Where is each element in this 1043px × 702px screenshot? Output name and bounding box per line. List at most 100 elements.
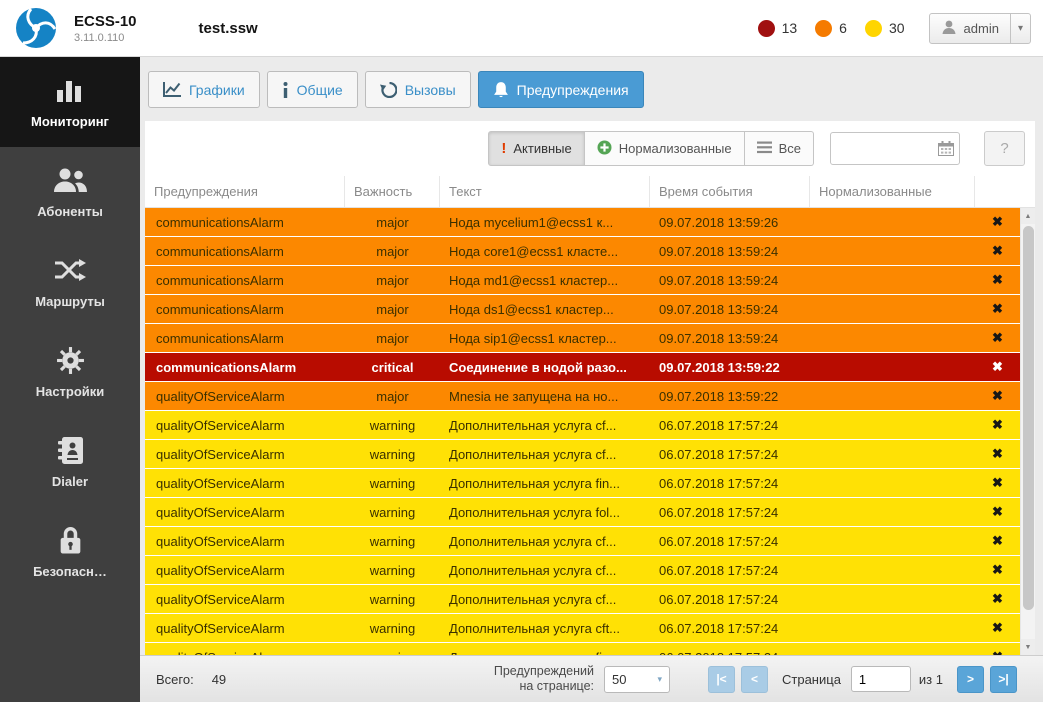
close-icon[interactable]: ✖ xyxy=(992,475,1003,490)
date-filter-input[interactable] xyxy=(831,141,938,156)
table-row[interactable]: qualityOfServiceAlarmwarningДополнительн… xyxy=(145,643,1020,655)
sidebar-item-monitoring[interactable]: Мониторинг xyxy=(0,57,140,147)
sidebar-item-subscribers[interactable]: Абоненты xyxy=(0,147,140,237)
alarm-time: 06.07.2018 17:57:24 xyxy=(650,418,810,433)
workspace-tab[interactable]: test.ssw xyxy=(199,20,258,37)
table-row[interactable]: qualityOfServiceAlarmwarningДополнительн… xyxy=(145,614,1020,643)
column-header[interactable]: Время события xyxy=(650,176,810,207)
alarm-text: Дополнительная услуга cf... xyxy=(440,592,650,607)
table-row[interactable]: qualityOfServiceAlarmwarningДополнительн… xyxy=(145,440,1020,469)
prev-page-button[interactable]: < xyxy=(741,666,768,693)
counter-warning[interactable]: 30 xyxy=(865,20,905,37)
filter-button-normalized[interactable]: Нормализованные xyxy=(585,131,745,166)
table-row[interactable]: qualityOfServiceAlarmwarningДополнительн… xyxy=(145,411,1020,440)
calendar-icon[interactable] xyxy=(938,141,954,156)
table-row[interactable]: qualityOfServiceAlarmmajorMnesia не запу… xyxy=(145,382,1020,411)
next-page-button[interactable]: > xyxy=(957,666,984,693)
counter-critical[interactable]: 13 xyxy=(758,20,798,37)
close-icon[interactable]: ✖ xyxy=(992,359,1003,374)
sidebar-item-security[interactable]: Безопасн… xyxy=(0,507,140,597)
table-row[interactable]: communicationsAlarmmajorНода mycelium1@e… xyxy=(145,208,1020,237)
table-header: ПредупрежденияВажностьТекстВремя события… xyxy=(145,176,1035,208)
close-icon[interactable]: ✖ xyxy=(992,649,1003,655)
tab-general[interactable]: Общие xyxy=(267,71,358,108)
table-row[interactable]: communicationsAlarmmajorНода core1@ecss1… xyxy=(145,237,1020,266)
table-row[interactable]: communicationsAlarmmajorНода ds1@ecss1 к… xyxy=(145,295,1020,324)
tab-label: Вызовы xyxy=(405,82,456,98)
alarm-actions: ✖ xyxy=(975,562,1020,578)
close-icon[interactable]: ✖ xyxy=(992,562,1003,577)
sidebar-item-settings[interactable]: Настройки xyxy=(0,327,140,417)
alarm-severity: warning xyxy=(345,505,440,520)
close-icon[interactable]: ✖ xyxy=(992,243,1003,258)
alarm-name: communicationsAlarm xyxy=(145,360,345,375)
alarm-table: communicationsAlarmmajorНода mycelium1@e… xyxy=(145,208,1020,655)
user-menu-main[interactable]: admin xyxy=(930,14,1010,43)
alarm-severity: major xyxy=(345,273,440,288)
alarm-actions: ✖ xyxy=(975,417,1020,433)
table-row[interactable]: qualityOfServiceAlarmwarningДополнительн… xyxy=(145,527,1020,556)
pagination: |< < Страница из 1 > >| xyxy=(708,666,1017,693)
chart-line-icon xyxy=(163,82,181,98)
footer-bar: Всего: 49 Предупреждений на странице: 50… xyxy=(140,655,1043,702)
table-row[interactable]: communicationsAlarmcriticalСоединение в … xyxy=(145,353,1020,382)
list-icon xyxy=(757,141,772,157)
alarm-name: communicationsAlarm xyxy=(145,244,345,259)
scroll-up-icon[interactable]: ▲ xyxy=(1021,208,1036,224)
chevron-down-icon[interactable]: ▾ xyxy=(1010,14,1030,43)
table-row[interactable]: qualityOfServiceAlarmwarningДополнительн… xyxy=(145,469,1020,498)
table-row[interactable]: communicationsAlarmmajorНода sip1@ecss1 … xyxy=(145,324,1020,353)
shuffle-icon xyxy=(54,255,86,285)
close-icon[interactable]: ✖ xyxy=(992,417,1003,432)
table-scrollbar[interactable]: ▲ ▼ xyxy=(1020,208,1035,655)
alarm-text: Дополнительная услуга cft... xyxy=(440,621,650,636)
table-row[interactable]: qualityOfServiceAlarmwarningДополнительн… xyxy=(145,556,1020,585)
close-icon[interactable]: ✖ xyxy=(992,330,1003,345)
close-icon[interactable]: ✖ xyxy=(992,591,1003,606)
filter-button-active[interactable]: !Активные xyxy=(488,131,584,166)
alarm-time: 06.07.2018 17:57:24 xyxy=(650,563,810,578)
page-number-input[interactable] xyxy=(851,666,911,692)
close-icon[interactable]: ✖ xyxy=(992,533,1003,548)
close-icon[interactable]: ✖ xyxy=(992,214,1003,229)
alarm-actions: ✖ xyxy=(975,330,1020,346)
column-header[interactable]: Нормализованные xyxy=(810,176,975,207)
counter-major[interactable]: 6 xyxy=(815,20,847,37)
alarm-time: 09.07.2018 13:59:26 xyxy=(650,215,810,230)
table-row[interactable]: communicationsAlarmmajorНода md1@ecss1 к… xyxy=(145,266,1020,295)
column-header[interactable]: Текст xyxy=(440,176,650,207)
close-icon[interactable]: ✖ xyxy=(992,620,1003,635)
close-icon[interactable]: ✖ xyxy=(992,388,1003,403)
per-page-select[interactable]: 50 ▾ xyxy=(604,666,670,693)
scroll-down-icon[interactable]: ▼ xyxy=(1021,639,1036,655)
close-icon[interactable]: ✖ xyxy=(992,504,1003,519)
alarm-name: communicationsAlarm xyxy=(145,215,345,230)
sidebar-item-routes[interactable]: Маршруты xyxy=(0,237,140,327)
filter-button-all[interactable]: Все xyxy=(745,131,814,166)
alarm-text: Нода core1@ecss1 класте... xyxy=(440,244,650,259)
sidebar-item-label: Dialer xyxy=(52,474,88,489)
close-icon[interactable]: ✖ xyxy=(992,446,1003,461)
scrollbar-thumb[interactable] xyxy=(1023,226,1034,610)
table-row[interactable]: qualityOfServiceAlarmwarningДополнительн… xyxy=(145,498,1020,527)
close-icon[interactable]: ✖ xyxy=(992,301,1003,316)
alarm-severity: warning xyxy=(345,418,440,433)
tab-charts[interactable]: Графики xyxy=(148,71,260,108)
first-page-button[interactable]: |< xyxy=(708,666,735,693)
sidebar-item-dialer[interactable]: Dialer xyxy=(0,417,140,507)
tab-calls[interactable]: Вызовы xyxy=(365,71,471,108)
alarm-text: Дополнительная услуга fol... xyxy=(440,505,650,520)
tab-alarms[interactable]: Предупреждения xyxy=(478,71,644,108)
help-button[interactable]: ? xyxy=(984,131,1025,166)
alarm-name: qualityOfServiceAlarm xyxy=(145,418,345,433)
alarm-name: communicationsAlarm xyxy=(145,273,345,288)
alarm-name: qualityOfServiceAlarm xyxy=(145,621,345,636)
user-menu[interactable]: admin ▾ xyxy=(929,13,1031,44)
table-row[interactable]: qualityOfServiceAlarmwarningДополнительн… xyxy=(145,585,1020,614)
close-icon[interactable]: ✖ xyxy=(992,272,1003,287)
last-page-button[interactable]: >| xyxy=(990,666,1017,693)
tab-label: Графики xyxy=(189,82,245,98)
column-header[interactable]: Важность xyxy=(345,176,440,207)
column-header[interactable]: Предупреждения xyxy=(145,176,345,207)
page-label: Страница xyxy=(782,672,841,687)
